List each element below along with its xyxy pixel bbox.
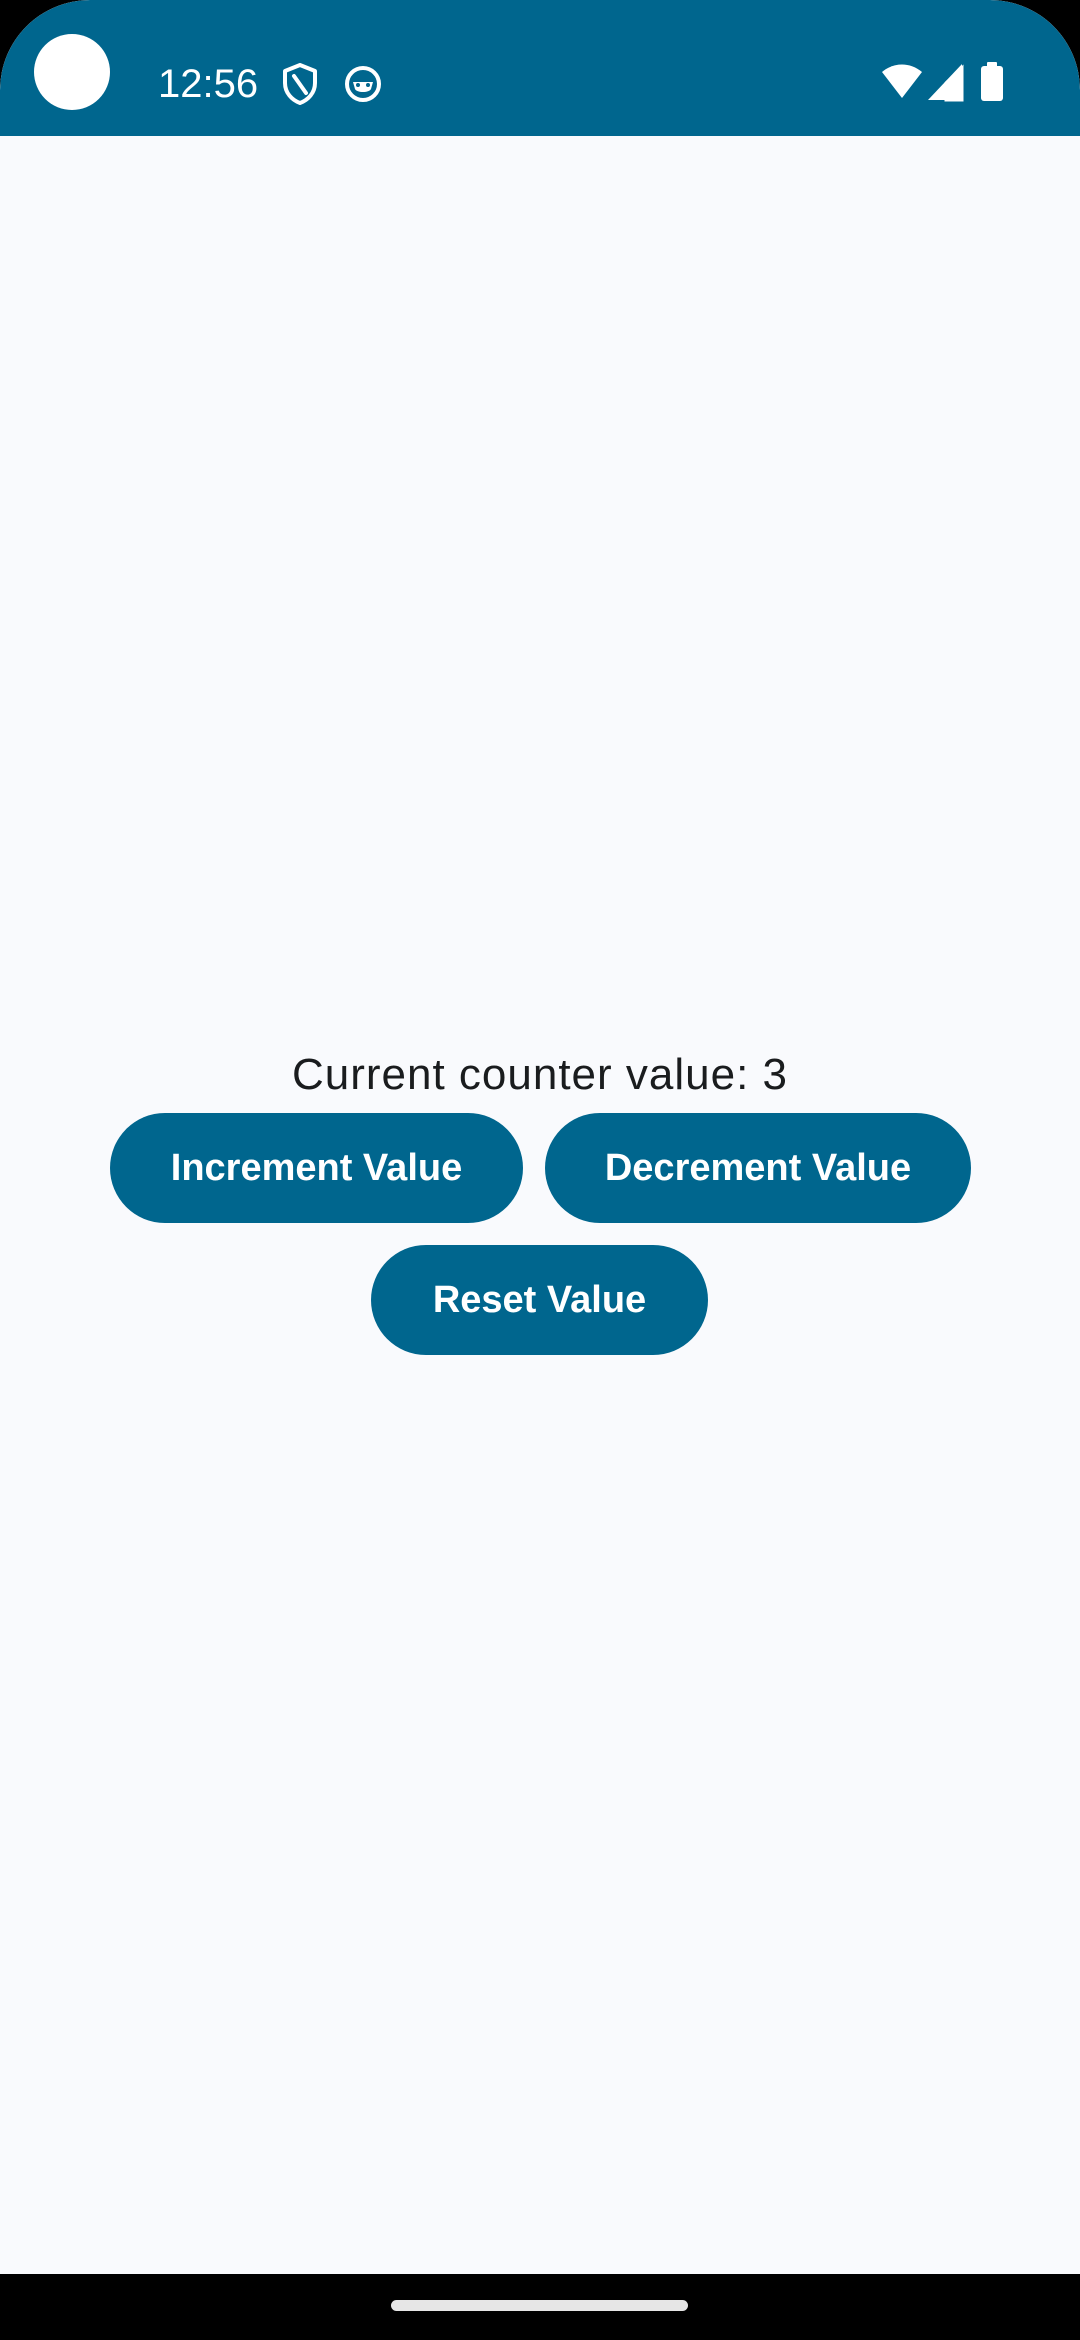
camera-cutout bbox=[34, 34, 110, 110]
home-indicator[interactable] bbox=[391, 2300, 688, 2311]
device-frame: 12:56 Current counter value: 3 Increment… bbox=[0, 0, 1080, 2340]
wifi-icon bbox=[882, 64, 922, 98]
status-bar: 12:56 bbox=[0, 0, 1080, 136]
face-icon bbox=[345, 66, 381, 102]
signal-icon bbox=[928, 64, 964, 102]
status-time: 12:56 bbox=[158, 62, 259, 106]
increment-button[interactable]: Increment Value bbox=[110, 1113, 523, 1223]
counter-value-text: Current counter value: 3 bbox=[291, 1050, 789, 1099]
shield-icon bbox=[283, 63, 317, 105]
decrement-button[interactable]: Decrement Value bbox=[545, 1113, 971, 1223]
reset-button[interactable]: Reset Value bbox=[371, 1245, 708, 1355]
app-screen: 12:56 Current counter value: 3 Increment… bbox=[0, 0, 1080, 2340]
battery-icon bbox=[981, 62, 1003, 101]
